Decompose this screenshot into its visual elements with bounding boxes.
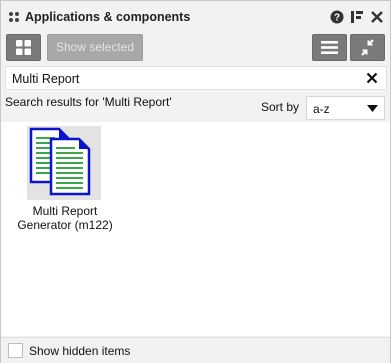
close-icon[interactable] [370,10,384,24]
sort-value: a-z [313,102,330,116]
svg-text:?: ? [334,13,340,24]
search-results-label: Search results for 'Multi Report' [5,95,172,109]
result-tile-label: Multi Report Generator (m122) [15,204,115,232]
footer: Show hidden items [1,337,390,363]
applications-components-panel: Applications & components ? Show selecte… [0,0,391,363]
sort-by-label: Sort by [261,100,300,114]
collapse-icon [361,39,374,56]
collapse-button[interactable] [350,34,385,61]
show-hidden-checkbox[interactable] [8,343,23,358]
title-bar: Applications & components ? [1,1,390,33]
search-input[interactable] [12,70,352,88]
components-icon [9,12,19,22]
help-icon[interactable]: ? [330,10,344,24]
tile-icon-background [27,126,101,200]
multi-report-icon [29,127,91,196]
result-name-line1: Multi Report [32,204,98,218]
result-name-line2: Generator (m122) [17,218,113,232]
sort-dropdown[interactable]: a-z [306,96,385,120]
show-selected-button[interactable]: Show selected [47,34,143,61]
show-hidden-label: Show hidden items [29,344,131,358]
list-view-icon [321,41,338,54]
clear-search-icon[interactable] [366,72,378,84]
grid-view-icon [16,40,31,55]
results-area: Multi Report Generator (m122) [1,122,390,336]
layout-icon[interactable] [350,10,364,24]
result-tile[interactable]: Multi Report Generator (m122) [15,126,115,236]
chevron-down-icon [367,105,378,112]
toolbar: Show selected [1,33,390,65]
list-view-button[interactable] [312,34,347,61]
panel-title: Applications & components [25,10,191,24]
search-box [5,66,387,90]
grid-view-button[interactable] [6,34,41,61]
